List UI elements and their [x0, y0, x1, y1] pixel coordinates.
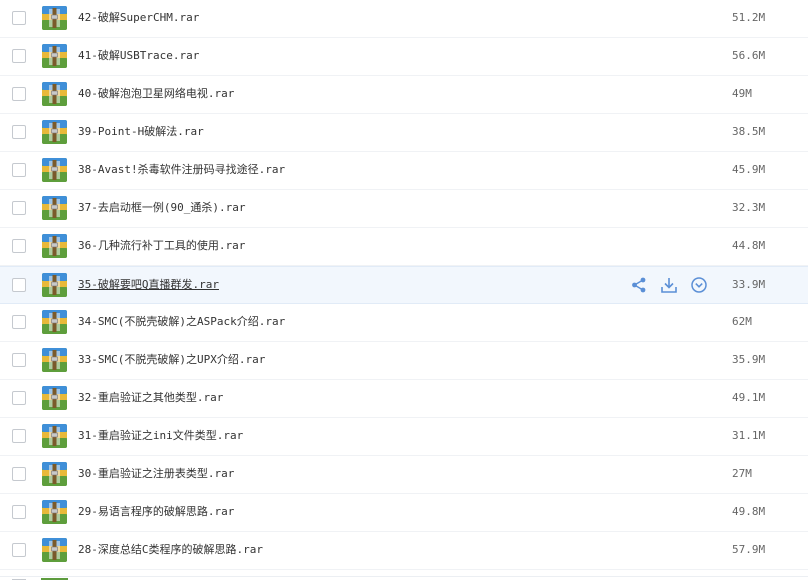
- file-name-link[interactable]: 39-Point-H破解法.rar: [78, 114, 204, 150]
- file-size: 45.9M: [732, 163, 766, 176]
- archive-file-icon: [42, 82, 67, 106]
- file-row[interactable]: 42-破解SuperCHM.rar 51.2M: [0, 0, 808, 38]
- archive-file-icon: [42, 120, 67, 144]
- archive-file-icon: [42, 386, 67, 410]
- row-checkbox[interactable]: [12, 391, 26, 405]
- file-size: 27M: [732, 467, 752, 480]
- file-row[interactable]: 37-去启动框一例(90_通杀).rar 32.3M: [0, 190, 808, 228]
- file-size: 35.9M: [732, 353, 766, 366]
- file-name-link[interactable]: 28-深度总结C类程序的破解思路.rar: [78, 532, 263, 568]
- file-size: 49.8M: [732, 505, 766, 518]
- file-size: 51.2M: [732, 11, 766, 24]
- file-row[interactable]: 36-几种流行补丁工具的使用.rar 44.8M: [0, 228, 808, 266]
- row-checkbox[interactable]: [12, 201, 26, 215]
- file-name-link[interactable]: 34-SMC(不脱壳破解)之ASPack介绍.rar: [78, 304, 285, 340]
- file-row[interactable]: 39-Point-H破解法.rar 38.5M: [0, 114, 808, 152]
- file-size: 49.1M: [732, 391, 766, 404]
- archive-file-icon: [42, 310, 67, 334]
- file-row[interactable]: 38-Avast!杀毒软件注册码寻找途径.rar 45.9M: [0, 152, 808, 190]
- file-name-link[interactable]: 40-破解泡泡卫星网络电视.rar: [78, 76, 234, 112]
- row-checkbox[interactable]: [12, 278, 26, 292]
- share-icon[interactable]: [630, 276, 648, 294]
- file-row[interactable]: 28-深度总结C类程序的破解思路.rar 57.9M: [0, 532, 808, 570]
- archive-file-icon: [42, 6, 67, 30]
- row-checkbox[interactable]: [12, 49, 26, 63]
- file-size: 49M: [732, 87, 752, 100]
- file-row[interactable]: 30-重启验证之注册表类型.rar 27M: [0, 456, 808, 494]
- file-name-link[interactable]: 37-去启动框一例(90_通杀).rar: [78, 190, 245, 226]
- chevron-down-circle-icon[interactable]: [690, 276, 708, 294]
- file-size: 62M: [732, 315, 752, 328]
- file-list: 42-破解SuperCHM.rar 51.2M 41-破解USBTrace.rar 5…: [0, 0, 808, 570]
- archive-file-icon: [42, 158, 67, 182]
- archive-file-icon: [42, 538, 67, 562]
- row-checkbox[interactable]: [12, 429, 26, 443]
- row-checkbox[interactable]: [12, 87, 26, 101]
- file-row[interactable]: 32-重启验证之其他类型.rar 49.1M: [0, 380, 808, 418]
- archive-file-icon: [42, 44, 67, 68]
- file-name-link[interactable]: 30-重启验证之注册表类型.rar: [78, 456, 234, 492]
- file-name-link[interactable]: 32-重启验证之其他类型.rar: [78, 380, 223, 416]
- file-size: 57.9M: [732, 543, 766, 556]
- row-actions: [630, 276, 708, 294]
- row-checkbox[interactable]: [12, 163, 26, 177]
- file-name-link[interactable]: 29-易语言程序的破解思路.rar: [78, 494, 234, 530]
- archive-file-icon: [42, 196, 67, 220]
- file-size: 44.8M: [732, 239, 766, 252]
- row-checkbox[interactable]: [12, 315, 26, 329]
- archive-file-icon: [42, 500, 67, 524]
- file-row[interactable]: 40-破解泡泡卫星网络电视.rar 49M: [0, 76, 808, 114]
- file-size: 31.1M: [732, 429, 766, 442]
- row-checkbox[interactable]: [12, 11, 26, 25]
- file-size: 56.6M: [732, 49, 766, 62]
- archive-file-icon: [42, 348, 67, 372]
- archive-file-icon: [42, 273, 67, 297]
- file-row[interactable]: 31-重启验证之ini文件类型.rar 31.1M: [0, 418, 808, 456]
- file-row[interactable]: 33-SMC(不脱壳破解)之UPX介绍.rar 35.9M: [0, 342, 808, 380]
- file-row[interactable]: 29-易语言程序的破解思路.rar 49.8M: [0, 494, 808, 532]
- file-name-link[interactable]: 38-Avast!杀毒软件注册码寻找途径.rar: [78, 152, 285, 188]
- file-size: 32.3M: [732, 201, 766, 214]
- file-row[interactable]: 34-SMC(不脱壳破解)之ASPack介绍.rar 62M: [0, 304, 808, 342]
- file-name-link[interactable]: 42-破解SuperCHM.rar: [78, 0, 199, 36]
- archive-file-icon: [42, 424, 67, 448]
- archive-file-icon: [42, 234, 67, 258]
- file-row[interactable]: 35-破解要吧Q直播群发.rar 33.9M: [0, 266, 808, 304]
- row-checkbox[interactable]: [12, 505, 26, 519]
- download-icon[interactable]: [660, 276, 678, 294]
- file-size: 33.9M: [732, 278, 766, 291]
- row-checkbox[interactable]: [12, 125, 26, 139]
- file-name-link[interactable]: 35-破解要吧Q直播群发.rar: [78, 267, 219, 303]
- archive-file-icon: [42, 462, 67, 486]
- file-name-link[interactable]: 31-重启验证之ini文件类型.rar: [78, 418, 243, 454]
- row-checkbox[interactable]: [12, 467, 26, 481]
- file-row[interactable]: 41-破解USBTrace.rar 56.6M: [0, 38, 808, 76]
- partial-next-row: [0, 576, 808, 580]
- file-name-link[interactable]: 33-SMC(不脱壳破解)之UPX介绍.rar: [78, 342, 265, 378]
- row-checkbox[interactable]: [12, 353, 26, 367]
- row-checkbox[interactable]: [12, 239, 26, 253]
- file-size: 38.5M: [732, 125, 766, 138]
- file-name-link[interactable]: 36-几种流行补丁工具的使用.rar: [78, 228, 245, 264]
- row-checkbox[interactable]: [12, 543, 26, 557]
- file-name-link[interactable]: 41-破解USBTrace.rar: [78, 38, 199, 74]
